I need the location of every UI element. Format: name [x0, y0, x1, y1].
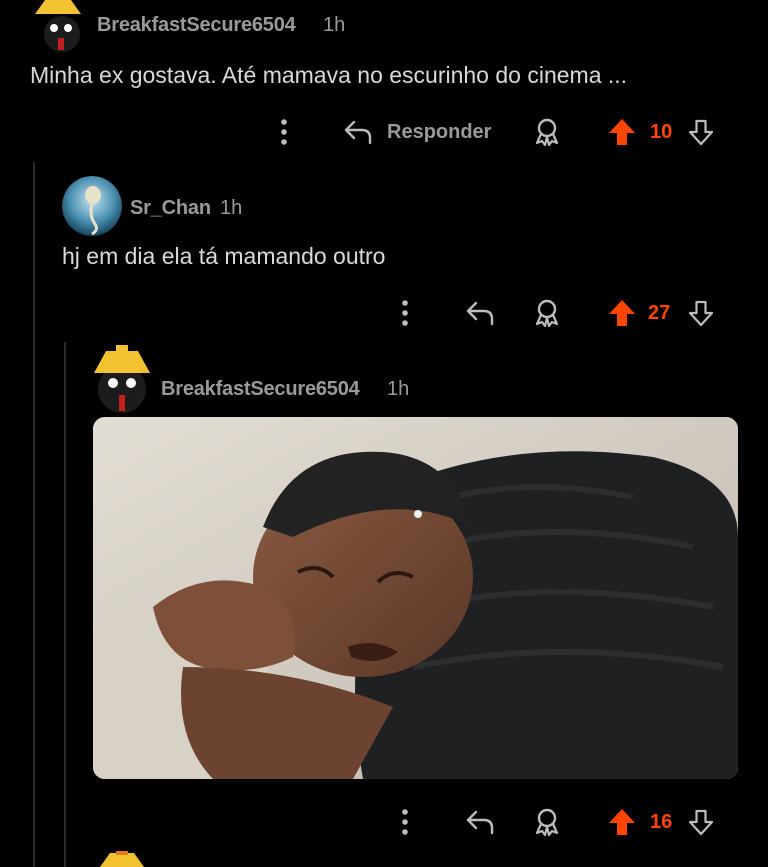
upvote-button[interactable] [606, 805, 638, 839]
round-blue-avatar-icon [62, 176, 122, 236]
upvote-arrow-icon [609, 119, 635, 145]
avatar[interactable] [29, 0, 87, 52]
avatar[interactable] [92, 343, 152, 415]
award-button[interactable] [530, 806, 564, 838]
more-options-button[interactable] [272, 117, 296, 147]
avatar[interactable] [96, 851, 148, 867]
reply-arrow-icon [344, 120, 372, 145]
comment-author[interactable]: BreakfastSecure6504 [97, 14, 296, 37]
award-icon [535, 299, 559, 328]
reply-button[interactable] [463, 807, 497, 837]
vote-count: 16 [650, 811, 673, 833]
vote-count: 10 [650, 121, 673, 143]
vote-count: 27 [648, 302, 671, 324]
thread-line-level-2 [64, 342, 66, 867]
comment-body: Minha ex gostava. Até mamava no escurinh… [30, 62, 628, 88]
comment-author[interactable]: BreakfastSecure6504 [161, 378, 360, 401]
comment-time: 1h [220, 197, 243, 219]
more-vertical-icon [281, 119, 287, 145]
award-icon [535, 118, 559, 147]
hooded-mascot-avatar-icon [94, 345, 150, 413]
reply-label[interactable]: Responder [387, 121, 491, 144]
downvote-button[interactable] [686, 807, 716, 837]
reply-arrow-icon [466, 301, 494, 326]
upvote-arrow-icon [609, 300, 635, 326]
reply-button[interactable] [463, 298, 497, 328]
downvote-arrow-icon [688, 119, 714, 146]
downvote-button[interactable] [686, 117, 716, 147]
more-options-button[interactable] [393, 298, 417, 328]
more-vertical-icon [402, 809, 408, 835]
upvote-arrow-icon [609, 809, 635, 835]
reply-arrow-icon [466, 810, 494, 835]
comment-body: hj em dia ela tá mamando outro [62, 243, 386, 269]
downvote-arrow-icon [688, 300, 714, 327]
comment-image[interactable] [93, 417, 738, 779]
award-icon [535, 808, 559, 837]
reply-button[interactable] [341, 117, 375, 147]
downvote-arrow-icon [688, 809, 714, 836]
comment-author[interactable]: Sr_Chan [130, 197, 211, 220]
comment-time: 1h [323, 14, 346, 36]
comment-time: 1h [387, 378, 410, 400]
upvote-button[interactable] [606, 296, 638, 330]
thread-line-level-1 [33, 162, 35, 867]
award-button[interactable] [530, 116, 564, 148]
hooded-mascot-avatar-icon [100, 851, 144, 867]
avatar[interactable] [62, 176, 122, 236]
crying-man-image [93, 417, 738, 779]
award-button[interactable] [530, 297, 564, 329]
hooded-mascot-avatar-icon [35, 0, 81, 52]
upvote-button[interactable] [606, 115, 638, 149]
downvote-button[interactable] [686, 298, 716, 328]
more-options-button[interactable] [393, 807, 417, 837]
more-vertical-icon [402, 300, 408, 326]
